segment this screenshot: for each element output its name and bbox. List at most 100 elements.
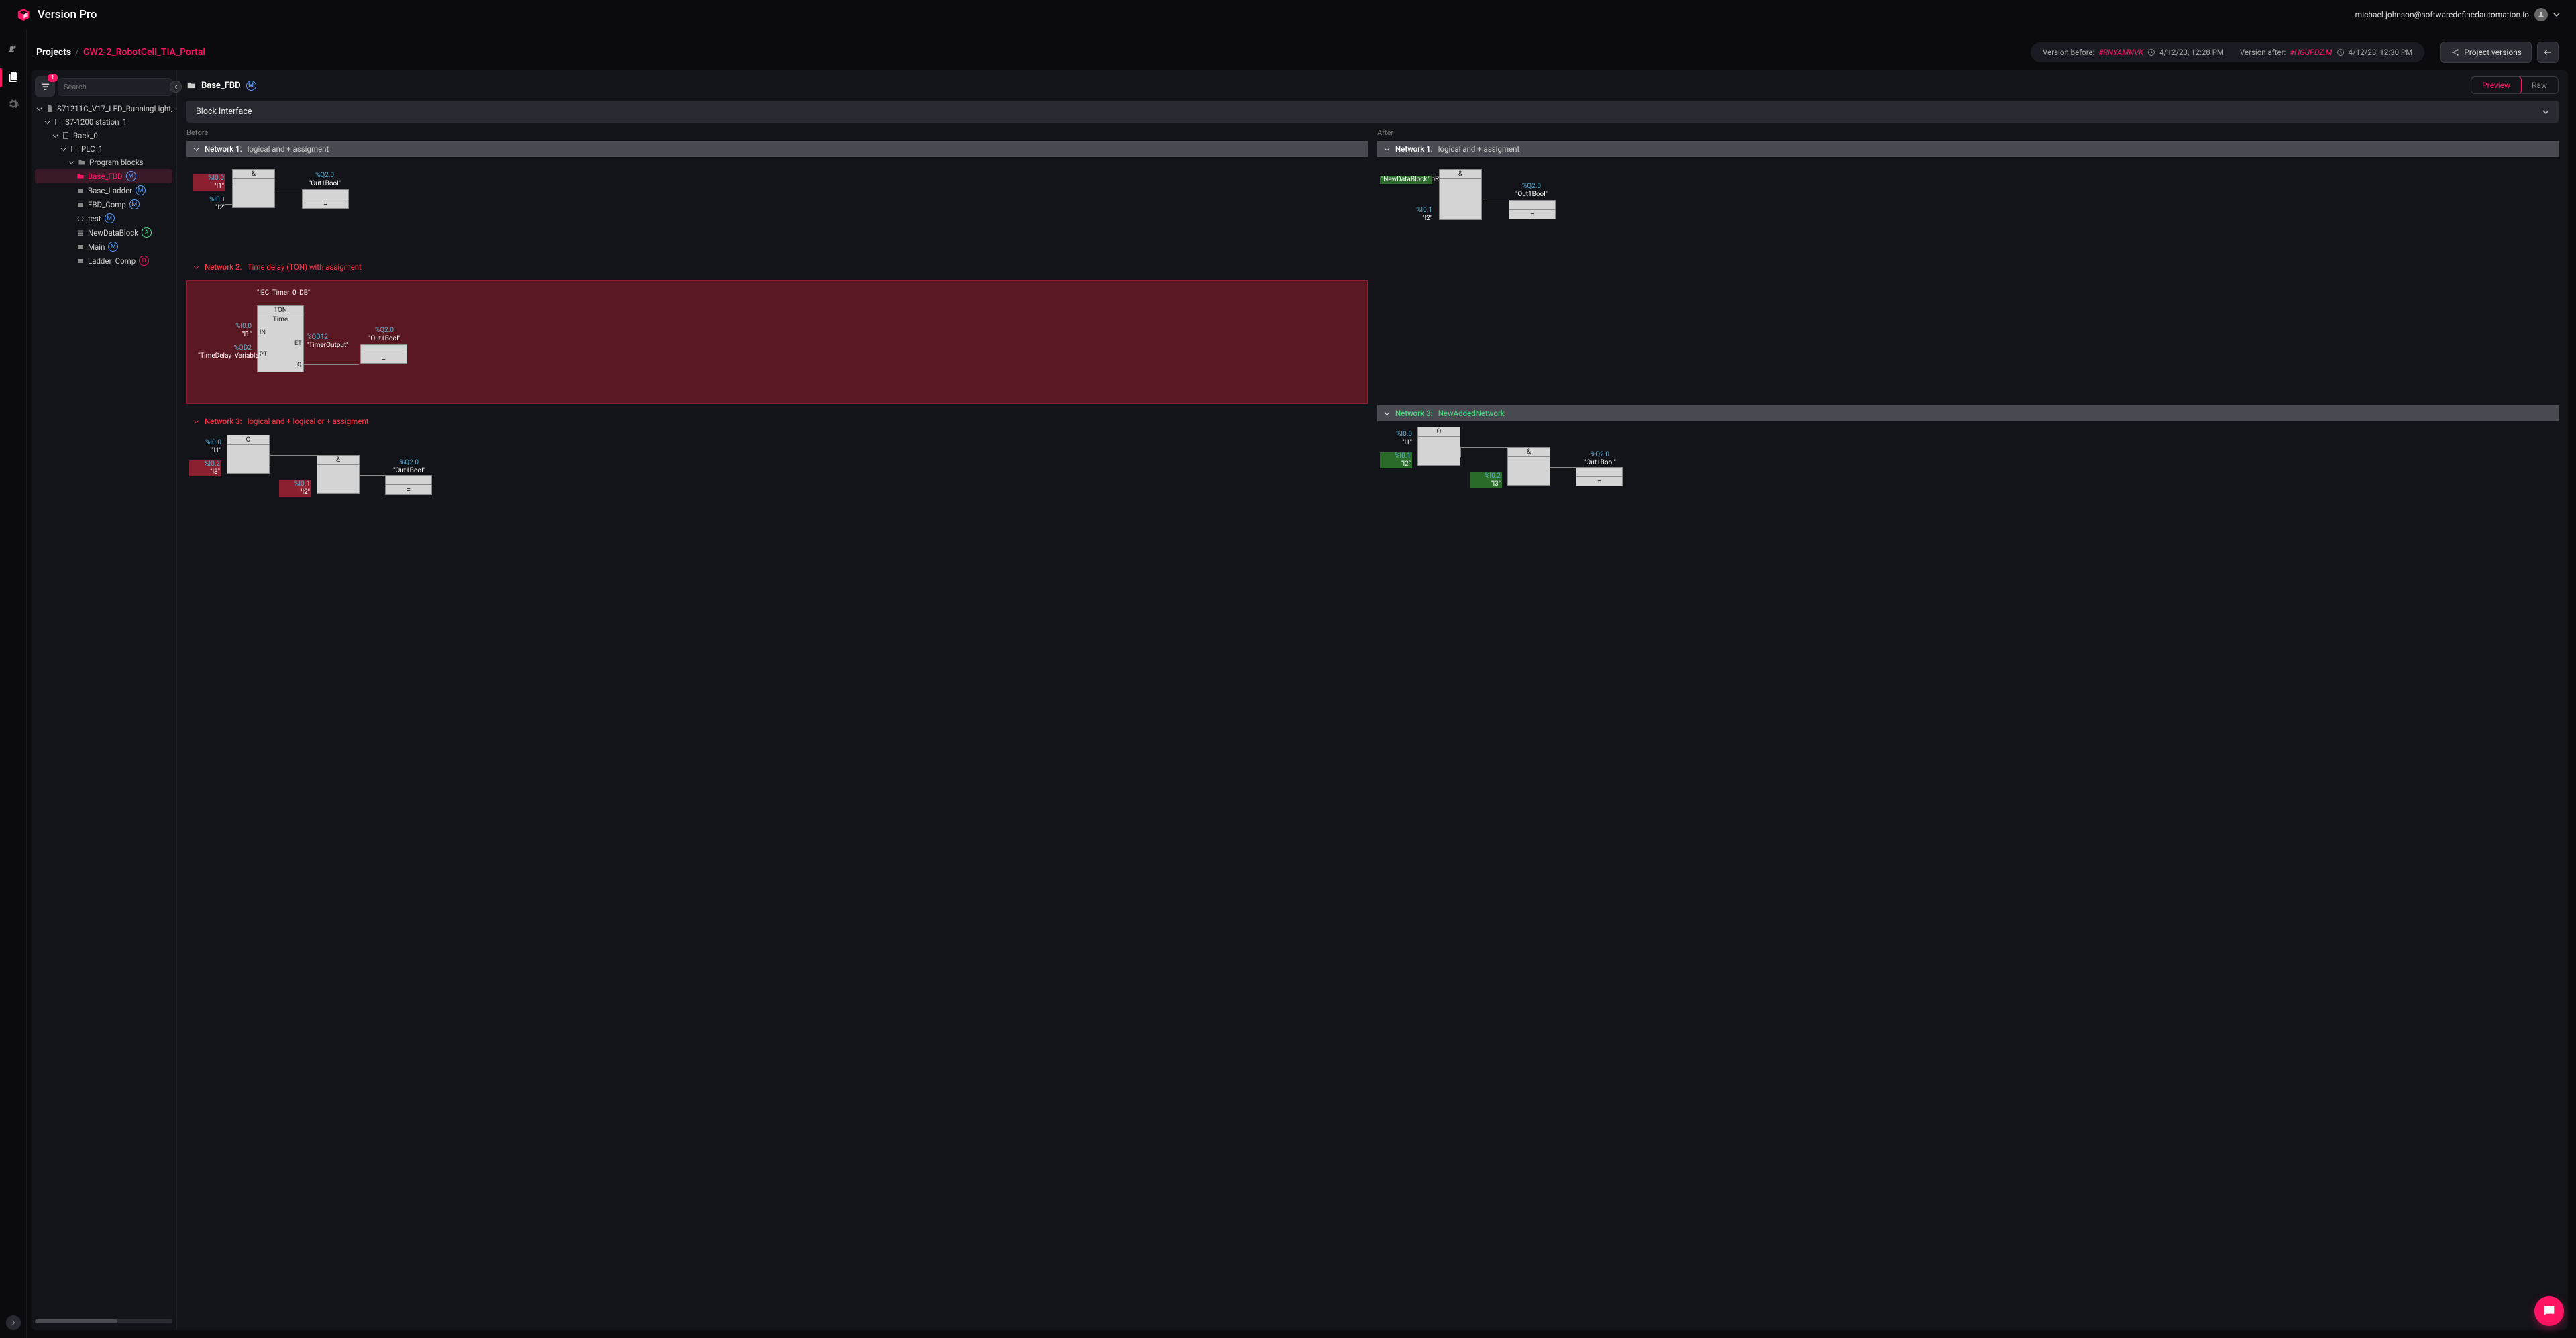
chevron-down-icon [52,133,58,139]
folder-icon [76,172,85,181]
files-icon[interactable] [7,70,19,82]
project-tree: S71211C_V17_LED_RunningLight_1 S7-1200 s… [35,102,172,1319]
main-panel: 1 S71211C_V17_LED_RunningLight_1 [31,70,2568,1330]
fbd-network-1-before: %I0.0 "I1" %I0.1 "I2" & [186,162,1368,250]
tree-item-project[interactable]: S71211C_V17_LED_RunningLight_1 [35,102,172,115]
robot-arm-icon[interactable] [7,42,19,54]
logo-icon [16,7,31,22]
fbd-network-3-before: %I0.0 "I1" %I0.2 "I3" O [186,435,1368,522]
deleted-badge: D [139,256,149,266]
file-icon [46,105,54,113]
topbar: Version Pro michael.johnson@softwaredefi… [0,0,2576,30]
chevron-down-icon [193,264,199,270]
search-input[interactable] [58,78,172,96]
fbd-network-1-after: "NewDataBlock".bReleaseOutput %I0.1 "I2"… [1377,162,2559,250]
modified-badge: M [246,81,256,91]
tree-item-base-fbd[interactable]: Base_FBD M [35,169,172,183]
chevron-left-icon [174,85,178,89]
app-name: Version Pro [38,8,97,21]
data-icon [76,229,85,237]
share-icon [2451,48,2460,57]
block-icon [76,201,85,209]
network-header[interactable]: Network 1: logical and + assigment [186,141,1368,157]
device-icon [70,145,78,153]
chevron-down-icon [60,146,66,152]
folder-icon [186,81,196,90]
version-before[interactable]: Version before: #RNYAMNVK 4/12/23, 12:28… [2035,45,2232,60]
user-email: michael.johnson@softwaredefinedautomatio… [2355,10,2529,19]
tree-item-newdatablock[interactable]: NewDataBlock A [35,225,172,240]
version-after[interactable]: Version after: #HGUPDZ.M 4/12/23, 12:30 … [2232,45,2420,60]
view-mode-tabs: Preview Raw [2471,76,2559,94]
meta-bar: Projects / GW2-2_RobotCell_TIA_Portal Ve… [27,38,2568,70]
diff-title: Base_FBD M [186,81,256,91]
chevron-down-icon [44,119,50,125]
before-label: Before [186,128,1368,137]
diff-view: Base_FBD M Preview Raw Block Interface [177,70,2568,1330]
settings-icon[interactable] [7,98,19,110]
app-logo: Version Pro [16,7,97,22]
chat-icon [2542,1304,2557,1319]
device-icon [62,132,70,140]
chevron-down-icon [2553,11,2560,18]
tab-preview[interactable]: Preview [2471,76,2522,94]
arrow-left-icon [2543,48,2553,57]
breadcrumb-current[interactable]: GW2-2_RobotCell_TIA_Portal [83,47,205,58]
collapse-sidebar-button[interactable] [170,81,182,93]
chevron-down-icon [1384,411,1390,417]
fbd-network-3-after: %I0.0 "I1" %I0.1 "I2" O [1377,427,2559,514]
filter-icon [40,82,50,92]
back-button[interactable] [2537,42,2559,63]
before-column: Before Network 1: logical and + assigmen… [186,128,1368,1323]
rail-expand-button[interactable] [6,1315,21,1330]
clock-icon [2337,48,2345,56]
chat-button[interactable] [2534,1296,2564,1326]
tree-sidebar: 1 S71211C_V17_LED_RunningLight_1 [31,70,177,1330]
block-icon [76,187,85,195]
tree-item-rack[interactable]: Rack_0 [35,129,172,142]
user-avatar-icon [2534,8,2548,21]
modified-badge: M [105,213,115,223]
fbd-network-2-deleted: "IEC_Timer_0_DB" TON Time IN ET PT Q [186,280,1368,404]
after-column: After Network 1: logical and + assigment… [1377,128,2559,1323]
network-header[interactable]: Network 1: logical and + assigment [1377,141,2559,157]
user-menu[interactable]: michael.johnson@softwaredefinedautomatio… [2355,8,2560,21]
tree-item-program-blocks[interactable]: Program blocks [35,156,172,169]
nav-rail [0,30,27,1338]
code-icon [76,215,85,223]
block-interface-toggle[interactable]: Block Interface [186,101,2559,123]
device-icon [54,118,62,126]
network-header-deleted[interactable]: Network 2: Time delay (TON) with assigme… [186,259,1368,275]
folder-icon [78,158,86,166]
tree-item-ladder-comp[interactable]: Ladder_Comp D [35,254,172,268]
filter-badge: 1 [48,74,58,82]
tree-item-test[interactable]: test M [35,211,172,225]
chevron-down-icon [193,146,199,152]
clock-icon [2147,48,2155,56]
tree-item-main[interactable]: Main M [35,240,172,254]
tree-item-base-ladder[interactable]: Base_Ladder M [35,183,172,197]
chevron-down-icon [193,419,199,425]
modified-badge: M [129,199,140,209]
network-header-deleted[interactable]: Network 3: logical and + logical or + as… [186,413,1368,429]
filter-button[interactable]: 1 [35,76,55,97]
network-header-added[interactable]: Network 3: NewAddedNetwork [1377,405,2559,421]
modified-badge: M [136,185,146,195]
tree-item-plc[interactable]: PLC_1 [35,142,172,156]
block-icon [76,243,85,251]
tab-raw[interactable]: Raw [2521,77,2558,93]
chevron-down-icon [1384,146,1390,152]
modified-badge: M [108,242,118,252]
after-label: After [1377,128,2559,137]
modified-badge: M [126,171,136,181]
tree-item-station[interactable]: S7-1200 station_1 [35,115,172,129]
chevron-down-icon [68,160,74,166]
chevron-down-icon [2542,109,2549,115]
added-badge: A [142,227,152,238]
chevron-down-icon [36,106,42,112]
project-versions-button[interactable]: Project versions [2440,42,2532,63]
version-selector: Version before: #RNYAMNVK 4/12/23, 12:28… [2031,42,2424,62]
tree-item-fbd-comp[interactable]: FBD_Comp M [35,197,172,211]
sidebar-scrollbar[interactable] [35,1319,172,1323]
breadcrumb-root[interactable]: Projects [36,47,71,58]
